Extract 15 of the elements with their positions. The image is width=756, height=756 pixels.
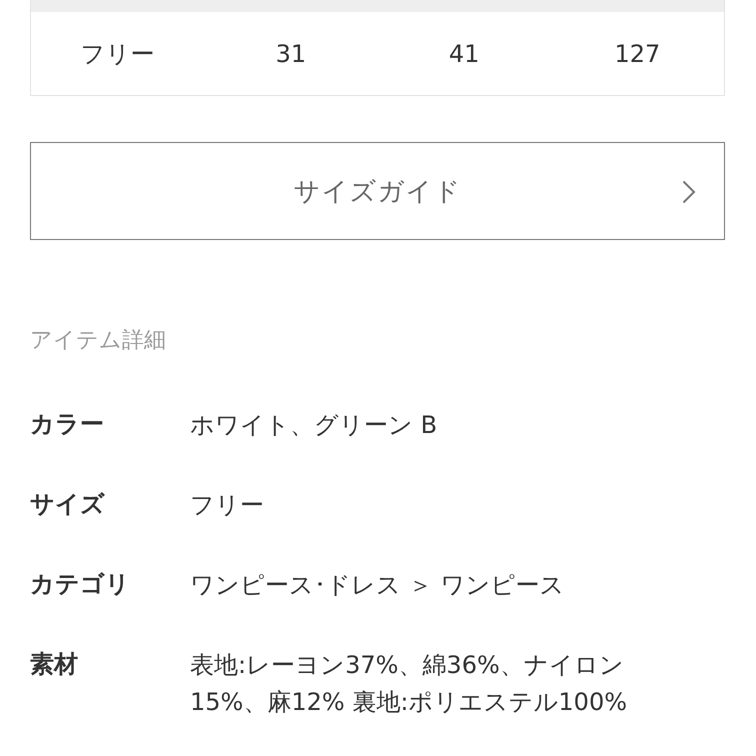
detail-value: 表地:レーヨン37%、綿36%、ナイロン15%、麻12% 裏地:ポリエステル100% bbox=[190, 650, 628, 718]
detail-value: ホワイト、グリーン B bbox=[190, 410, 438, 441]
detail-value: ワンピース･ドレス ＞ ワンピース bbox=[190, 570, 566, 601]
table-cell-text: 41 bbox=[448, 40, 480, 68]
chevron-right-icon bbox=[682, 180, 696, 204]
section-title: アイテム詳細 bbox=[30, 327, 167, 355]
detail-label: カテゴリ bbox=[30, 569, 131, 600]
detail-label: サイズ bbox=[30, 489, 106, 520]
table-cell-text: フリー bbox=[80, 38, 156, 70]
detail-label: 素材 bbox=[30, 649, 79, 680]
size-guide-button[interactable]: サイズガイド bbox=[30, 142, 725, 240]
detail-value: フリー bbox=[190, 490, 265, 521]
detail-label: カラー bbox=[30, 409, 105, 440]
table-cell-text: 127 bbox=[613, 40, 662, 68]
table-cell-text: 31 bbox=[274, 40, 308, 68]
